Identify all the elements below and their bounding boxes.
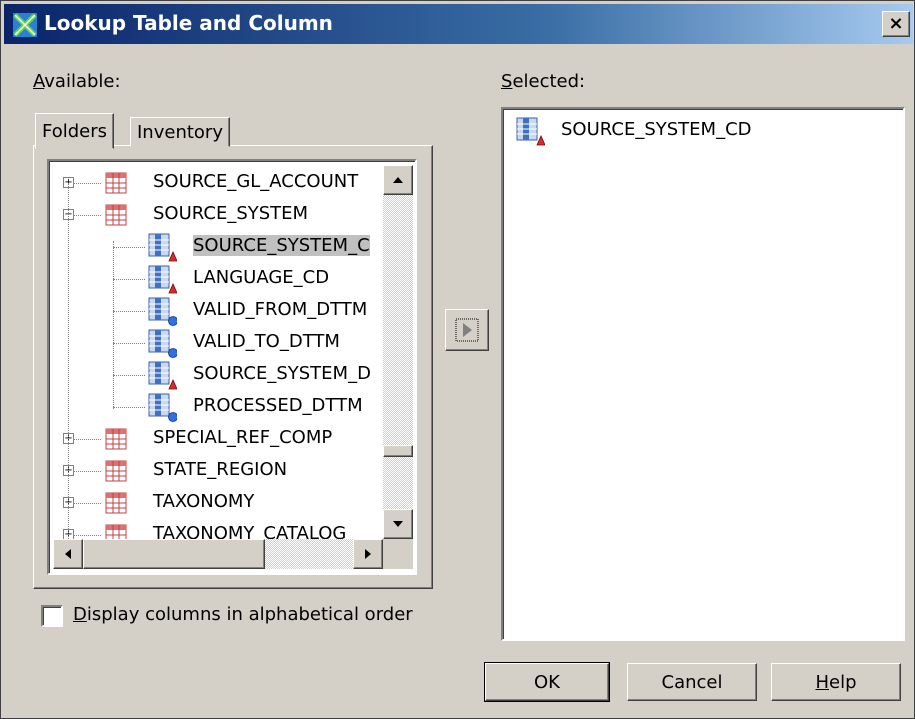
- horizontal-scroll-thumb[interactable]: [83, 539, 265, 569]
- tree-item-column[interactable]: LANGUAGE_CD: [49, 263, 383, 295]
- vertical-scrollbar[interactable]: [383, 165, 413, 539]
- tab-folders[interactable]: Folders: [35, 113, 115, 149]
- key-column-icon: [147, 264, 178, 294]
- lookup-dialog: Lookup Table and Column × Available: Sel…: [0, 0, 915, 719]
- scroll-down-button[interactable]: [383, 509, 413, 539]
- scroll-up-arrow-icon: [393, 177, 403, 183]
- app-icon: [13, 13, 37, 37]
- tree-item-column[interactable]: VALID_FROM_DTTM: [49, 295, 383, 327]
- tree-item-column[interactable]: VALID_TO_DTTM: [49, 327, 383, 359]
- selected-label: Selected:: [501, 71, 586, 92]
- tree-item-table[interactable]: − SOURCE_SYSTEM: [49, 199, 383, 231]
- scroll-down-arrow-icon: [393, 521, 403, 527]
- scroll-corner: [383, 539, 413, 569]
- alphabetical-order-checkbox[interactable]: [41, 605, 63, 627]
- tree-item-label: VALID_FROM_DTTM: [193, 299, 368, 320]
- table-icon: [105, 492, 127, 514]
- key-column-icon: [515, 116, 546, 146]
- tree-item-table[interactable]: + TAXONOMY: [49, 487, 383, 519]
- table-icon: [105, 172, 127, 194]
- tree-item-label: SPECIAL_REF_COMP: [153, 427, 333, 448]
- ok-button[interactable]: OK: [484, 662, 610, 702]
- close-button[interactable]: ×: [882, 11, 910, 37]
- column-icon: [147, 328, 178, 358]
- selected-list[interactable]: SOURCE_SYSTEM_CD: [501, 107, 905, 641]
- tree-item-column[interactable]: SOURCE_SYSTEM_D: [49, 359, 383, 391]
- tree-item-column[interactable]: PROCESSED_DTTM: [49, 391, 383, 423]
- tree-item-table[interactable]: + STATE_REGION: [49, 455, 383, 487]
- scroll-up-button[interactable]: [383, 165, 413, 195]
- title-bar: Lookup Table and Column ×: [4, 4, 913, 44]
- scroll-right-arrow-icon: [365, 549, 371, 559]
- tree-item-column[interactable]: SOURCE_SYSTEM_C: [49, 231, 383, 263]
- vertical-scroll-thumb[interactable]: [383, 445, 413, 457]
- scroll-left-button[interactable]: [53, 539, 83, 569]
- scroll-left-arrow-icon: [65, 549, 71, 559]
- column-icon: [147, 296, 178, 326]
- tree-item-label: VALID_TO_DTTM: [193, 331, 340, 352]
- tree-item-label: SOURCE_SYSTEM: [153, 203, 309, 224]
- tree-item-label: PROCESSED_DTTM: [193, 395, 363, 416]
- key-column-icon: [147, 232, 178, 262]
- tree-item-label: TAXONOMY: [153, 491, 255, 512]
- tree-item-label: SOURCE_SYSTEM_C: [193, 235, 370, 256]
- tree-item-table[interactable]: + SOURCE_GL_ACCOUNT: [49, 167, 383, 199]
- close-icon: ×: [888, 13, 904, 34]
- horizontal-scrollbar[interactable]: [53, 539, 383, 569]
- column-icon: [147, 392, 178, 422]
- alphabetical-order-label[interactable]: Display columns in alphabetical order: [73, 604, 413, 625]
- tree-item-label: SOURCE_GL_ACCOUNT: [153, 171, 359, 192]
- move-right-button[interactable]: [445, 309, 489, 351]
- cancel-button[interactable]: Cancel: [627, 663, 757, 701]
- table-icon: [105, 204, 127, 226]
- tree-item-label: LANGUAGE_CD: [193, 267, 330, 288]
- available-label: Available:: [33, 71, 121, 92]
- tree-view[interactable]: + SOURCE_GL_ACCOUNT − SOURCE_SYSTEM SOURCE_S…: [47, 159, 417, 575]
- key-column-icon: [147, 360, 178, 390]
- selected-item-label: SOURCE_SYSTEM_CD: [561, 119, 752, 140]
- table-icon: [105, 460, 127, 482]
- tab-inventory[interactable]: Inventory: [130, 117, 230, 147]
- help-button[interactable]: Help: [771, 663, 901, 701]
- scroll-right-button[interactable]: [353, 539, 383, 569]
- tree-item-label: SOURCE_SYSTEM_D: [193, 363, 371, 384]
- tree-item-table[interactable]: + SPECIAL_REF_COMP: [49, 423, 383, 455]
- window-title: Lookup Table and Column: [44, 11, 333, 35]
- table-icon: [105, 428, 127, 450]
- selected-item[interactable]: SOURCE_SYSTEM_CD: [503, 115, 893, 147]
- move-right-arrow-icon: [455, 318, 479, 342]
- tree-item-label: STATE_REGION: [153, 459, 288, 480]
